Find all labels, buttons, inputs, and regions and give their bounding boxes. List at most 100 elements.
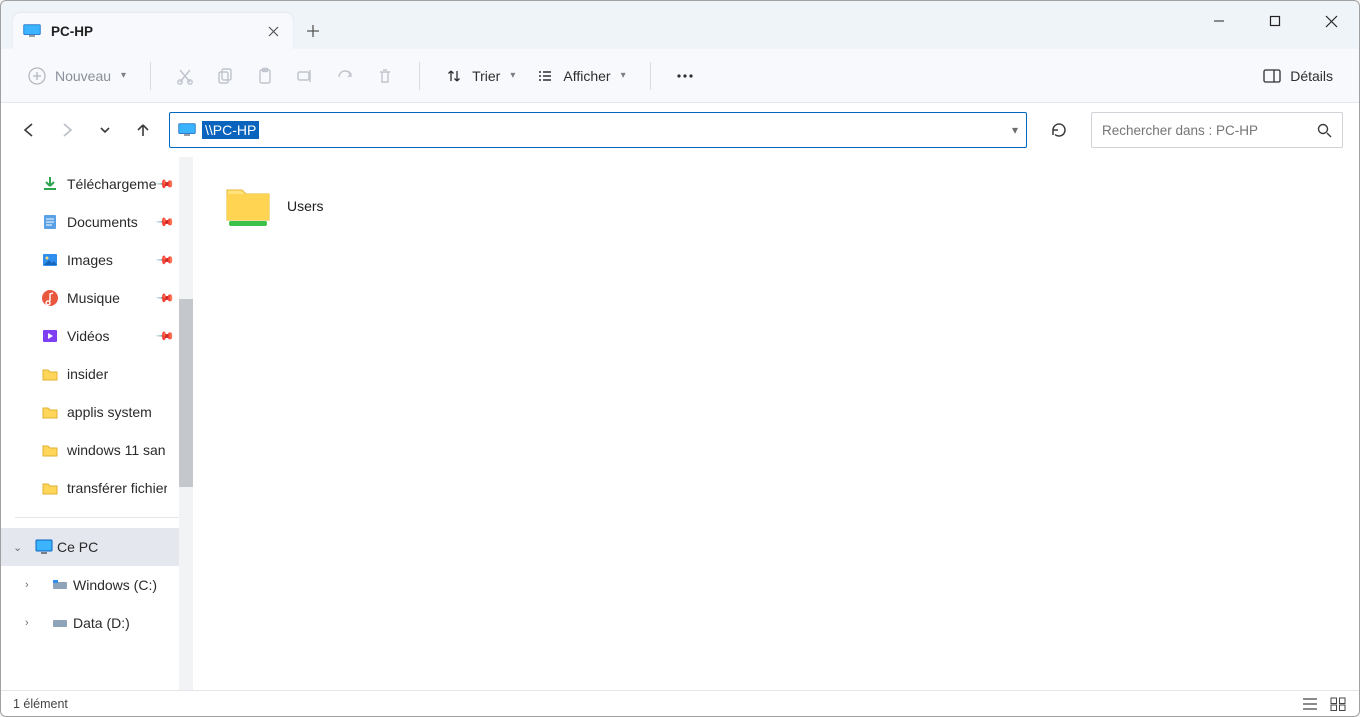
new-tab-button[interactable]	[293, 13, 333, 49]
search-box[interactable]	[1091, 112, 1343, 148]
sidebar-item-insider[interactable]: insider	[1, 355, 193, 393]
more-button[interactable]	[665, 59, 705, 93]
sidebar-item-applis-system[interactable]: applis system	[1, 393, 193, 431]
view-button[interactable]: Afficher ▾	[525, 59, 635, 93]
share-icon	[335, 66, 355, 86]
sidebar-item-windows11san[interactable]: windows 11 san	[1, 431, 193, 469]
sidebar-item-music[interactable]: Musique 📌	[1, 279, 193, 317]
close-window-button[interactable]	[1303, 1, 1359, 41]
rename-icon	[295, 66, 315, 86]
cut-button[interactable]	[165, 59, 205, 93]
sidebar-item-transferer-fichier[interactable]: transférer fichier	[1, 469, 193, 507]
item-count: 1 élément	[13, 697, 68, 711]
folder-label: Users	[287, 198, 324, 214]
sidebar-item-drive-c[interactable]: › Windows (C:)	[1, 566, 193, 604]
images-icon	[41, 251, 59, 269]
copy-button[interactable]	[205, 59, 245, 93]
new-label: Nouveau	[55, 68, 111, 84]
chevron-down-icon[interactable]: ⌄	[13, 541, 22, 554]
address-path: \\PC-HP	[202, 121, 259, 139]
music-icon	[41, 289, 59, 307]
minimize-button[interactable]	[1191, 1, 1247, 41]
pin-icon: 📌	[155, 326, 175, 346]
back-button[interactable]	[17, 118, 41, 142]
paste-icon	[255, 66, 275, 86]
sidebar-item-label: Vidéos	[67, 328, 110, 344]
pin-icon: 📌	[155, 212, 175, 232]
sidebar-item-videos[interactable]: Vidéos 📌	[1, 317, 193, 355]
drive-icon	[51, 576, 69, 594]
sidebar-item-label: Documents	[67, 214, 138, 230]
sidebar-item-label: insider	[67, 366, 108, 382]
pin-icon: 📌	[155, 288, 175, 308]
view-icon	[535, 66, 555, 86]
monitor-icon	[178, 123, 196, 137]
sidebar-item-label: windows 11 san	[67, 442, 166, 458]
sidebar-item-drive-d[interactable]: › Data (D:)	[1, 604, 193, 642]
monitor-icon	[23, 24, 41, 38]
shared-folder-icon	[223, 184, 273, 228]
new-button[interactable]: Nouveau ▾	[17, 59, 136, 93]
details-view-button[interactable]	[1301, 695, 1319, 713]
sidebar-item-label: transférer fichier	[67, 480, 167, 496]
chevron-right-icon[interactable]: ›	[25, 617, 29, 629]
sidebar-item-label: Images	[67, 252, 113, 268]
folder-icon	[41, 479, 59, 497]
sidebar-item-label: Téléchargeme	[67, 176, 157, 192]
paste-button[interactable]	[245, 59, 285, 93]
address-bar-row: \\PC-HP ▾	[1, 103, 1359, 157]
address-bar[interactable]: \\PC-HP ▾	[169, 112, 1027, 148]
sidebar-item-this-pc[interactable]: ⌄ Ce PC	[1, 528, 193, 566]
details-pane-button[interactable]: Détails	[1252, 59, 1343, 93]
sidebar-item-documents[interactable]: Documents 📌	[1, 203, 193, 241]
window-controls	[1191, 1, 1359, 41]
share-button[interactable]	[325, 59, 365, 93]
sidebar-item-downloads[interactable]: Téléchargeme 📌	[1, 165, 193, 203]
plus-circle-icon	[27, 66, 47, 86]
chevron-right-icon[interactable]: ›	[25, 579, 29, 591]
address-history-button[interactable]: ▾	[1012, 123, 1018, 137]
details-label: Détails	[1290, 68, 1333, 84]
folder-item-users[interactable]: Users	[223, 181, 443, 231]
tab-close-button[interactable]	[263, 21, 283, 41]
navigation-pane[interactable]: Téléchargeme 📌 Documents 📌 Images 📌 Musi…	[1, 157, 193, 690]
tab-pc-hp[interactable]: PC-HP	[13, 13, 293, 49]
chevron-down-icon: ▾	[621, 70, 626, 81]
monitor-icon	[35, 538, 53, 556]
command-bar: Nouveau ▾ Trier ▾ Afficher ▾ Détails	[1, 49, 1359, 103]
thumbnails-view-button[interactable]	[1329, 695, 1347, 713]
sidebar-item-label: Ce PC	[57, 539, 98, 555]
drive-icon	[51, 614, 69, 632]
sidebar-item-label: Musique	[67, 290, 120, 306]
details-pane-icon	[1262, 66, 1282, 86]
sidebar-item-images[interactable]: Images 📌	[1, 241, 193, 279]
delete-button[interactable]	[365, 59, 405, 93]
folder-icon	[41, 365, 59, 383]
sidebar-scrollthumb[interactable]	[179, 299, 193, 487]
refresh-button[interactable]	[1041, 112, 1077, 148]
folder-icon	[41, 403, 59, 421]
up-button[interactable]	[131, 118, 155, 142]
recent-locations-button[interactable]	[93, 118, 117, 142]
sort-label: Trier	[472, 68, 500, 84]
status-bar: 1 élément	[1, 690, 1359, 716]
sort-button[interactable]: Trier ▾	[434, 59, 525, 93]
maximize-button[interactable]	[1247, 1, 1303, 41]
pin-icon: 📌	[155, 174, 175, 194]
sidebar-item-label: applis system	[67, 404, 152, 420]
search-icon	[1317, 123, 1332, 138]
sidebar-scrollbar[interactable]	[179, 157, 193, 690]
main-area: Téléchargeme 📌 Documents 📌 Images 📌 Musi…	[1, 157, 1359, 690]
forward-button[interactable]	[55, 118, 79, 142]
sort-icon	[444, 66, 464, 86]
pin-icon: 📌	[155, 250, 175, 270]
rename-button[interactable]	[285, 59, 325, 93]
sidebar-item-label: Data (D:)	[73, 615, 130, 631]
sidebar-item-label: Windows (C:)	[73, 577, 157, 593]
file-explorer-window: PC-HP Nouveau ▾	[0, 0, 1360, 717]
content-pane[interactable]: Users	[193, 157, 1359, 690]
search-input[interactable]	[1102, 123, 1309, 138]
copy-icon	[215, 66, 235, 86]
chevron-down-icon: ▾	[510, 70, 515, 81]
ellipsis-icon	[675, 66, 695, 86]
